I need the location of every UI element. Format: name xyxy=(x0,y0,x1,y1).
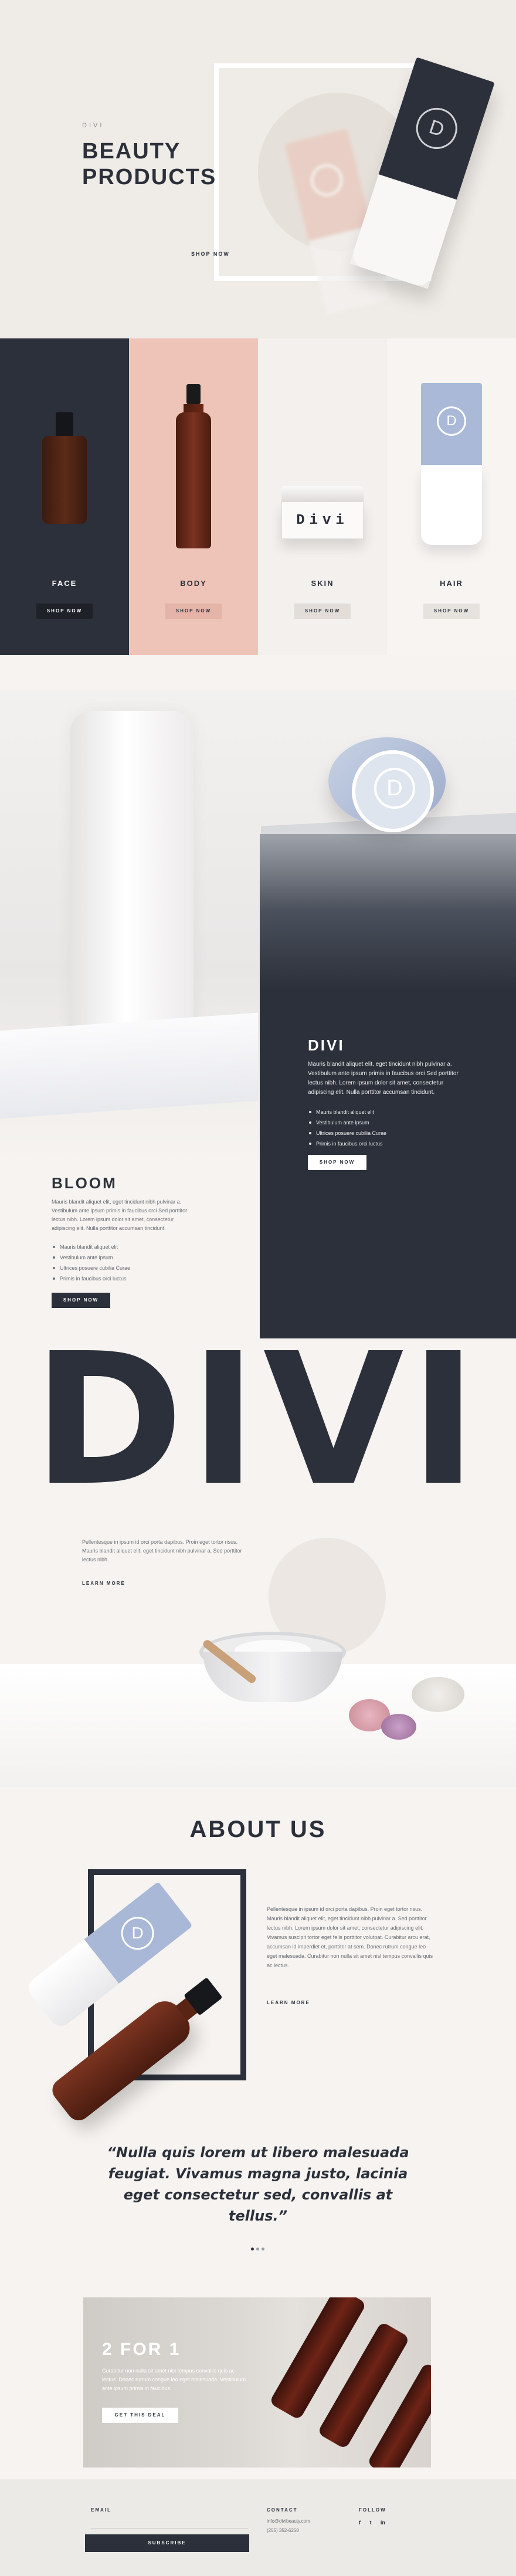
jar-logo-icon: D xyxy=(374,768,415,809)
footer-subscribe-button[interactable]: SUBSCRIBE xyxy=(85,2534,249,2552)
list-item: Mauris blandit aliquet elit xyxy=(308,1107,466,1117)
footer-social-icons: f t in xyxy=(359,2517,389,2526)
footer-email-input[interactable] xyxy=(91,2518,248,2528)
sea-urchin-white-image xyxy=(412,1677,464,1712)
category-label: FACE xyxy=(52,579,77,588)
amber-bottle-image xyxy=(176,384,211,548)
promo-title: 2 FOR 1 xyxy=(102,2340,181,2359)
promo-section: 2 FOR 1 Curabitur non nulla sit amet nis… xyxy=(0,2262,516,2479)
cream-jar-image: Divi xyxy=(281,486,364,539)
category-skin[interactable]: Divi SKIN SHOP NOW xyxy=(258,338,387,655)
slider-dots xyxy=(251,2248,265,2251)
testimonial-quote: “Nulla quis lorem ut libero malesuada fe… xyxy=(107,2144,409,2224)
category-label: SKIN xyxy=(311,579,334,588)
hero-section: D DIVI BEAUTY PRODUCTS SHOP NOW xyxy=(0,0,516,338)
blue-jar-image: D xyxy=(328,737,446,837)
tube-logo-icon: D xyxy=(437,406,466,436)
bloom-title: BLOOM xyxy=(52,1174,117,1192)
bloom-shop-button[interactable]: SHOP NOW xyxy=(52,1293,110,1308)
sea-urchin-purple-image xyxy=(381,1714,416,1740)
tube-logo-icon: D xyxy=(410,102,463,155)
footer-contact-label: CONTACT xyxy=(267,2507,298,2513)
bloom-text: Mauris blandit aliquet elit, eget tincid… xyxy=(52,1199,188,1231)
list-item: Primis in faucibus orci luctus xyxy=(52,1273,198,1284)
about-section: ABOUT US D Pellentesque in ipsum id orci… xyxy=(0,1787,516,2262)
promo-text: Curabitur non nulla sit amet nisl tempus… xyxy=(102,2368,246,2391)
footer-email-link[interactable]: info@divibeauty.com xyxy=(267,2517,310,2526)
promo-deal-button[interactable]: GET THIS DEAL xyxy=(102,2408,178,2423)
footer-email-label: EMAIL xyxy=(91,2507,111,2513)
list-item: Vestibulum ante ipsum xyxy=(52,1252,198,1263)
about-text: Pellentesque in ipsum id orci porta dapi… xyxy=(267,1906,433,1968)
intro-section: Pellentesque in ipsum id orci porta dapi… xyxy=(0,1506,516,1787)
bloom-bullets: Mauris blandit aliquet elit Vestibulum a… xyxy=(52,1242,198,1284)
about-title: ABOUT US xyxy=(189,1816,327,1842)
hero-eyebrow: DIVI xyxy=(82,122,104,129)
categories-section: FACE SHOP NOW BODY SHOP NOW Divi SKIN SH… xyxy=(0,338,516,655)
category-label: BODY xyxy=(180,579,207,588)
category-shop-button[interactable]: SHOP NOW xyxy=(294,604,351,619)
hero-title: BEAUTY PRODUCTS xyxy=(82,138,216,190)
category-body[interactable]: BODY SHOP NOW xyxy=(129,338,258,655)
divi-title: DIVI xyxy=(308,1036,345,1054)
divi-bullets: Mauris blandit aliquet elit Vestibulum a… xyxy=(308,1107,466,1149)
list-item: Ultrices posuere cubilia Curae xyxy=(308,1128,466,1138)
divi-text: Mauris blandit aliquet elit, eget tincid… xyxy=(308,1061,459,1096)
footer-phone: (255) 352-6258 xyxy=(267,2528,299,2533)
slider-dot-active[interactable] xyxy=(251,2248,254,2250)
big-word-divi: DIVI xyxy=(33,1314,483,1526)
category-shop-button[interactable]: SHOP NOW xyxy=(165,604,222,619)
twitter-icon[interactable]: t xyxy=(369,2520,378,2526)
instagram-icon[interactable]: in xyxy=(381,2520,389,2526)
hero-title-line2: PRODUCTS xyxy=(82,165,217,189)
intro-learn-more-link[interactable]: LEARN MORE xyxy=(82,1581,125,1586)
category-shop-button[interactable]: SHOP NOW xyxy=(36,604,93,619)
hero-title-line1: BEAUTY xyxy=(82,139,181,164)
footer-follow-label: FOLLOW xyxy=(359,2507,386,2513)
category-face[interactable]: FACE SHOP NOW xyxy=(0,338,129,655)
list-item: Primis in faucibus orci luctus xyxy=(308,1138,466,1149)
list-item: Vestibulum ante ipsum xyxy=(308,1117,466,1128)
slider-dot[interactable] xyxy=(262,2248,264,2250)
category-hair[interactable]: D HAIR SHOP NOW xyxy=(387,338,516,655)
jar-label: Divi xyxy=(296,512,349,528)
tube-logo-icon: D xyxy=(121,1917,154,1950)
intro-text: Pellentesque in ipsum id orci porta dapi… xyxy=(82,1539,242,1562)
category-shop-button[interactable]: SHOP NOW xyxy=(423,604,480,619)
category-label: HAIR xyxy=(440,579,463,588)
feature-section: D DIVI Mauris blandit aliquet elit, eget… xyxy=(0,655,516,1511)
hero-shop-now-link[interactable]: SHOP NOW xyxy=(191,251,230,257)
about-learn-more-link[interactable]: LEARN MORE xyxy=(267,2000,310,2005)
list-item: Ultrices posuere cubilia Curae xyxy=(52,1263,198,1273)
blue-tube-image: D xyxy=(421,383,482,545)
white-tube-image xyxy=(70,711,193,1057)
footer: EMAIL SUBSCRIBE CONTACT info@divibeauty.… xyxy=(0,2479,516,2576)
divi-shop-button[interactable]: SHOP NOW xyxy=(308,1155,366,1170)
promo-banner: 2 FOR 1 Curabitur non nulla sit amet nis… xyxy=(83,2297,431,2467)
marble-pedestal xyxy=(0,1012,258,1119)
dropper-bottle-image xyxy=(42,412,87,524)
marble-bowl-image xyxy=(199,1632,346,1702)
slider-dot[interactable] xyxy=(256,2248,259,2250)
facebook-icon[interactable]: f xyxy=(359,2520,367,2526)
list-item: Mauris blandit aliquet elit xyxy=(52,1242,198,1252)
